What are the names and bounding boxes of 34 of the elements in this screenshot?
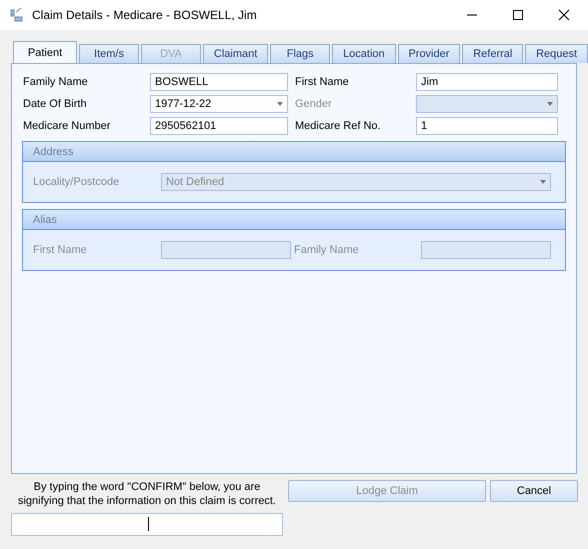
- app-logo-icon: [8, 7, 24, 23]
- tab[interactable]: Patient: [13, 41, 77, 63]
- cancel-button[interactable]: Cancel: [490, 480, 578, 502]
- field-label: First Name: [33, 244, 88, 256]
- input-field[interactable]: 2950562101: [150, 117, 288, 135]
- tab[interactable]: Flags: [270, 44, 330, 63]
- input-field[interactable]: BOSWELL: [150, 73, 288, 91]
- tab[interactable]: Provider: [398, 44, 460, 63]
- field-label: First Name: [294, 76, 350, 88]
- dropdown-field[interactable]: 1977-12-22: [150, 95, 288, 113]
- field-label: Date Of Birth: [22, 98, 88, 110]
- confirm-instructions: By typing the word "CONFIRM" below, you are signifying that the information on this claim is correct.: [16, 480, 277, 508]
- dropdown-arrow-icon: [277, 102, 283, 106]
- dropdown-arrow-icon: [540, 180, 546, 184]
- tab[interactable]: Item/s: [79, 44, 139, 63]
- field-label: Family Name: [22, 76, 89, 88]
- tab[interactable]: Request: [525, 44, 588, 63]
- group-title: Alias: [33, 214, 57, 226]
- tab[interactable]: Referral: [462, 44, 524, 63]
- input-field[interactable]: Jim: [416, 73, 558, 91]
- field-label: Gender: [294, 98, 333, 110]
- tab[interactable]: Location: [332, 44, 396, 63]
- close-icon[interactable]: [558, 9, 570, 21]
- field-label: Medicare Ref No.: [294, 120, 382, 132]
- tab[interactable]: Claimant: [203, 44, 268, 63]
- field-label: Locality/Postcode: [33, 176, 120, 188]
- field-label: Medicare Number: [22, 120, 112, 132]
- group-title: Address: [33, 146, 74, 158]
- field-label: Family Name: [293, 244, 360, 256]
- input-field[interactable]: 1: [416, 117, 558, 135]
- confirm-input-field[interactable]: [11, 513, 283, 536]
- dropdown-arrow-icon: [547, 102, 553, 106]
- window-title: Claim Details - Medicare - BOSWELL, Jim: [32, 8, 257, 22]
- maximize-icon[interactable]: [512, 9, 524, 21]
